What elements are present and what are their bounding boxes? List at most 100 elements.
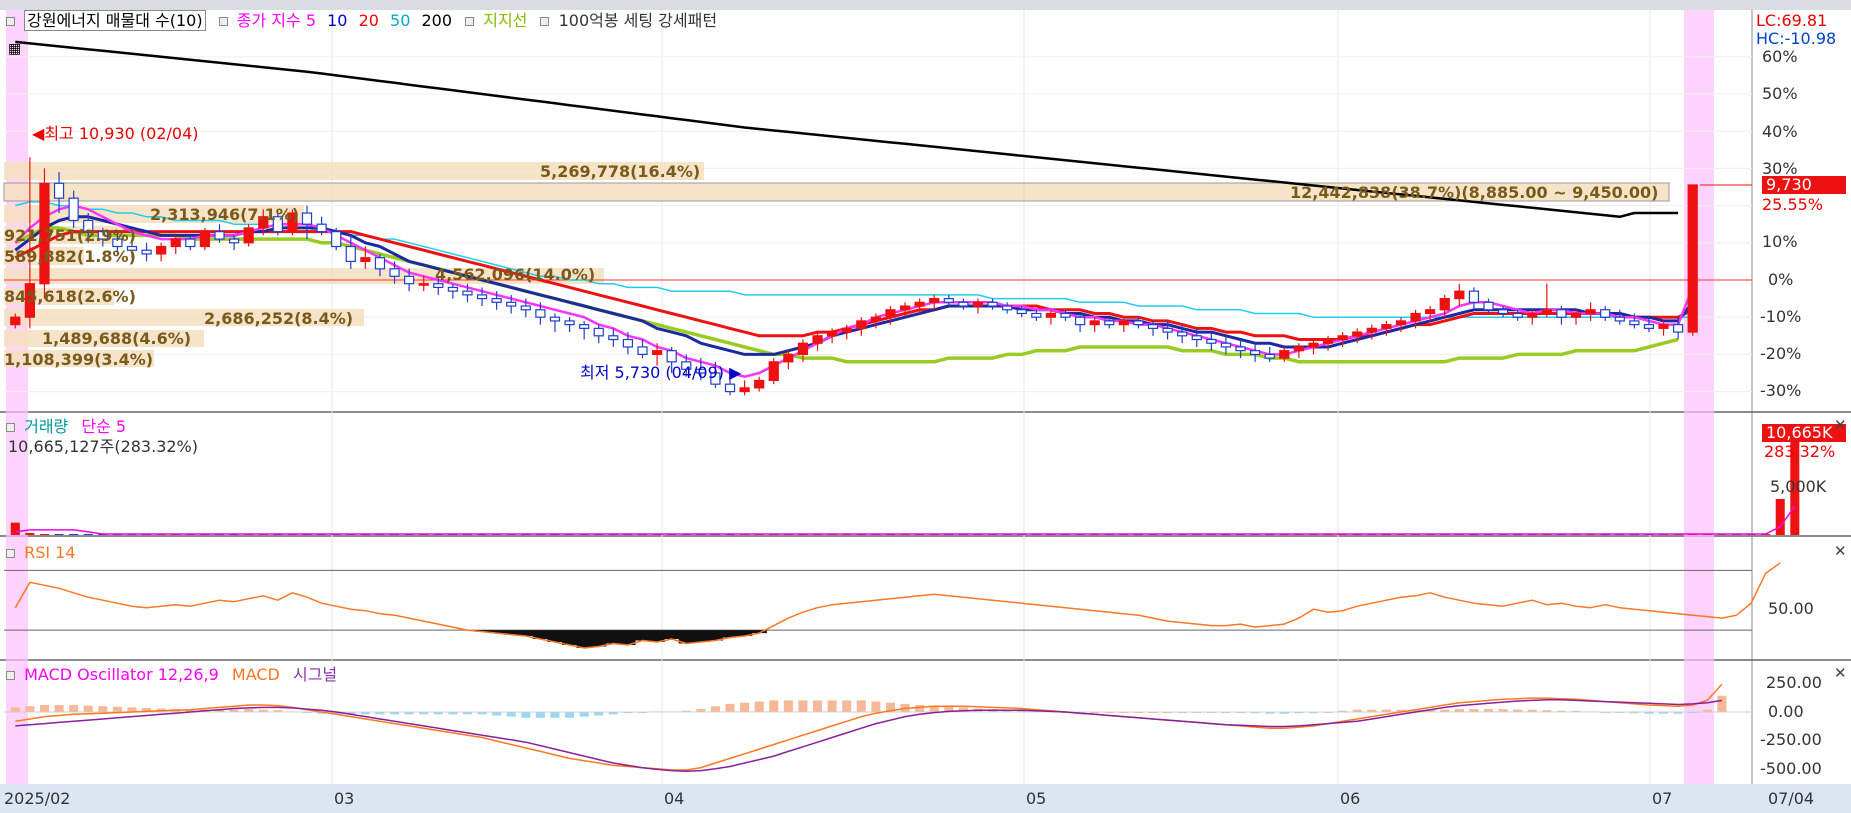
close-panel-icon[interactable]: ✕	[1834, 664, 1847, 682]
panel-menu-icon[interactable]	[6, 17, 15, 26]
volume-bar	[54, 533, 64, 535]
x-axis-label: 06	[1340, 789, 1361, 808]
macd-oscillator-bar	[798, 700, 808, 712]
macd-title[interactable]: MACD Oscillator 12,26,9	[24, 665, 219, 684]
volume-title[interactable]: 거래량	[24, 417, 68, 436]
ma-period-10: 10	[327, 11, 348, 30]
volume-menu-icon[interactable]	[6, 423, 15, 432]
table-icon[interactable]: ▦	[8, 40, 21, 58]
candle-down	[1249, 350, 1261, 355]
candle-down	[1147, 324, 1159, 329]
macd-oscillator-bar	[521, 712, 531, 718]
ma-title[interactable]: 종가 지수	[237, 11, 301, 30]
candle-up	[929, 298, 940, 303]
candle-down	[549, 316, 561, 322]
candle-down	[491, 298, 502, 303]
candle-up	[1570, 312, 1582, 318]
ma-period-20: 20	[358, 11, 379, 30]
candle-up	[170, 238, 181, 248]
macd-oscillator-bar	[754, 701, 764, 712]
macd-oscillator-bar	[98, 706, 108, 712]
candle-up	[870, 316, 882, 322]
candle-down	[622, 338, 634, 348]
candle-down	[1074, 316, 1086, 326]
macd-oscillator-bar	[565, 712, 575, 718]
macd-oscillator-bar	[54, 705, 64, 712]
macd-oscillator-bar	[725, 703, 735, 712]
macd-tick: -500.00	[1760, 759, 1822, 778]
candle-up	[156, 245, 167, 255]
stock-chart[interactable]	[0, 0, 1851, 813]
macd-oscillator-bar	[594, 712, 604, 716]
candle-down	[1672, 324, 1684, 333]
candle-down	[53, 182, 65, 199]
candle-up	[972, 301, 984, 307]
close-panel-icon[interactable]: ✕	[1834, 416, 1847, 434]
ma-menu-icon[interactable]	[218, 17, 228, 26]
candle-down	[1162, 327, 1173, 333]
macd-oscillator-bar	[39, 705, 49, 712]
pattern-menu-icon[interactable]	[540, 17, 550, 26]
candle-up	[1527, 312, 1538, 318]
ma-period-5: 5	[305, 11, 317, 30]
ma-period-200: 200	[421, 11, 453, 30]
rsi-menu-icon[interactable]	[6, 549, 15, 558]
volume-tag-pct: 283.32%	[1764, 442, 1836, 461]
price-panel-header: 강원에너지 매물대 수(10) 종가 지수 5 10 20 50 200 지지선…	[6, 10, 717, 31]
volume-info: 10,665,127주(283.32%)	[8, 437, 199, 456]
candle-down	[345, 245, 356, 263]
candle-up	[812, 335, 823, 344]
candle-up	[856, 320, 867, 329]
right-arrow-icon: ▶	[724, 363, 742, 382]
candle-down	[1016, 309, 1027, 315]
chart-background	[0, 0, 1851, 813]
candle-down	[1556, 309, 1567, 318]
macd-oscillator-bar	[506, 712, 516, 717]
x-axis-label: 2025/02	[4, 789, 71, 808]
x-axis-label: 07	[1652, 789, 1673, 808]
price-tick: -20%	[1760, 344, 1802, 363]
pattern-label[interactable]: 100억봉 세팅 강세패턴	[559, 11, 717, 30]
price-tick: -10%	[1760, 307, 1802, 326]
signal-label[interactable]: 시그널	[293, 665, 337, 684]
candle-down	[1206, 338, 1217, 344]
macd-oscillator-bar	[827, 700, 837, 712]
candle-down	[535, 309, 546, 318]
volume-profile-label: 5,269,778(16.4%)	[540, 162, 701, 181]
macd-label[interactable]: MACD	[232, 665, 280, 684]
candle-up	[360, 257, 371, 262]
macd-tick: -250.00	[1760, 730, 1822, 749]
candle-up	[754, 379, 765, 389]
rsi-title[interactable]: RSI 14	[24, 543, 75, 562]
macd-tick: 0.00	[1768, 702, 1804, 721]
price-tick: 0%	[1768, 270, 1794, 289]
candle-down	[316, 223, 327, 233]
indicator-title[interactable]: 강원에너지 매물대 수(10)	[24, 10, 206, 31]
candle-up	[1089, 320, 1100, 326]
candle-up	[1410, 312, 1421, 322]
candle-up	[651, 350, 663, 355]
macd-menu-icon[interactable]	[6, 671, 15, 680]
volume-ma-label[interactable]: 단순 5	[81, 417, 126, 436]
candle-up	[841, 327, 852, 333]
candle-down	[1483, 301, 1494, 311]
macd-panel-header: MACD Oscillator 12,26,9 MACD 시그널	[6, 666, 337, 684]
candle-up	[1425, 309, 1436, 315]
volume-tick: 5,000K	[1770, 477, 1827, 496]
price-tick-current-pct: 25.55%	[1762, 195, 1824, 214]
x-axis-bar	[0, 784, 1851, 813]
macd-oscillator-bar	[740, 702, 750, 712]
macd-oscillator-bar	[871, 701, 881, 712]
left-arrow-icon: ◀	[32, 124, 45, 143]
candle-down	[1177, 331, 1188, 337]
close-panel-icon[interactable]: ✕	[1834, 542, 1847, 560]
candle-down	[1104, 320, 1115, 326]
candle-up	[885, 309, 896, 318]
lc-readout: LC:69.81	[1756, 11, 1828, 30]
macd-oscillator-bar	[783, 700, 793, 712]
support-menu-icon[interactable]	[465, 17, 475, 26]
candle-up	[1352, 331, 1363, 337]
volume-profile-label: 2,686,252(8.4%)	[204, 309, 354, 328]
support-label[interactable]: 지지선	[483, 11, 527, 30]
candle-down	[608, 335, 619, 341]
